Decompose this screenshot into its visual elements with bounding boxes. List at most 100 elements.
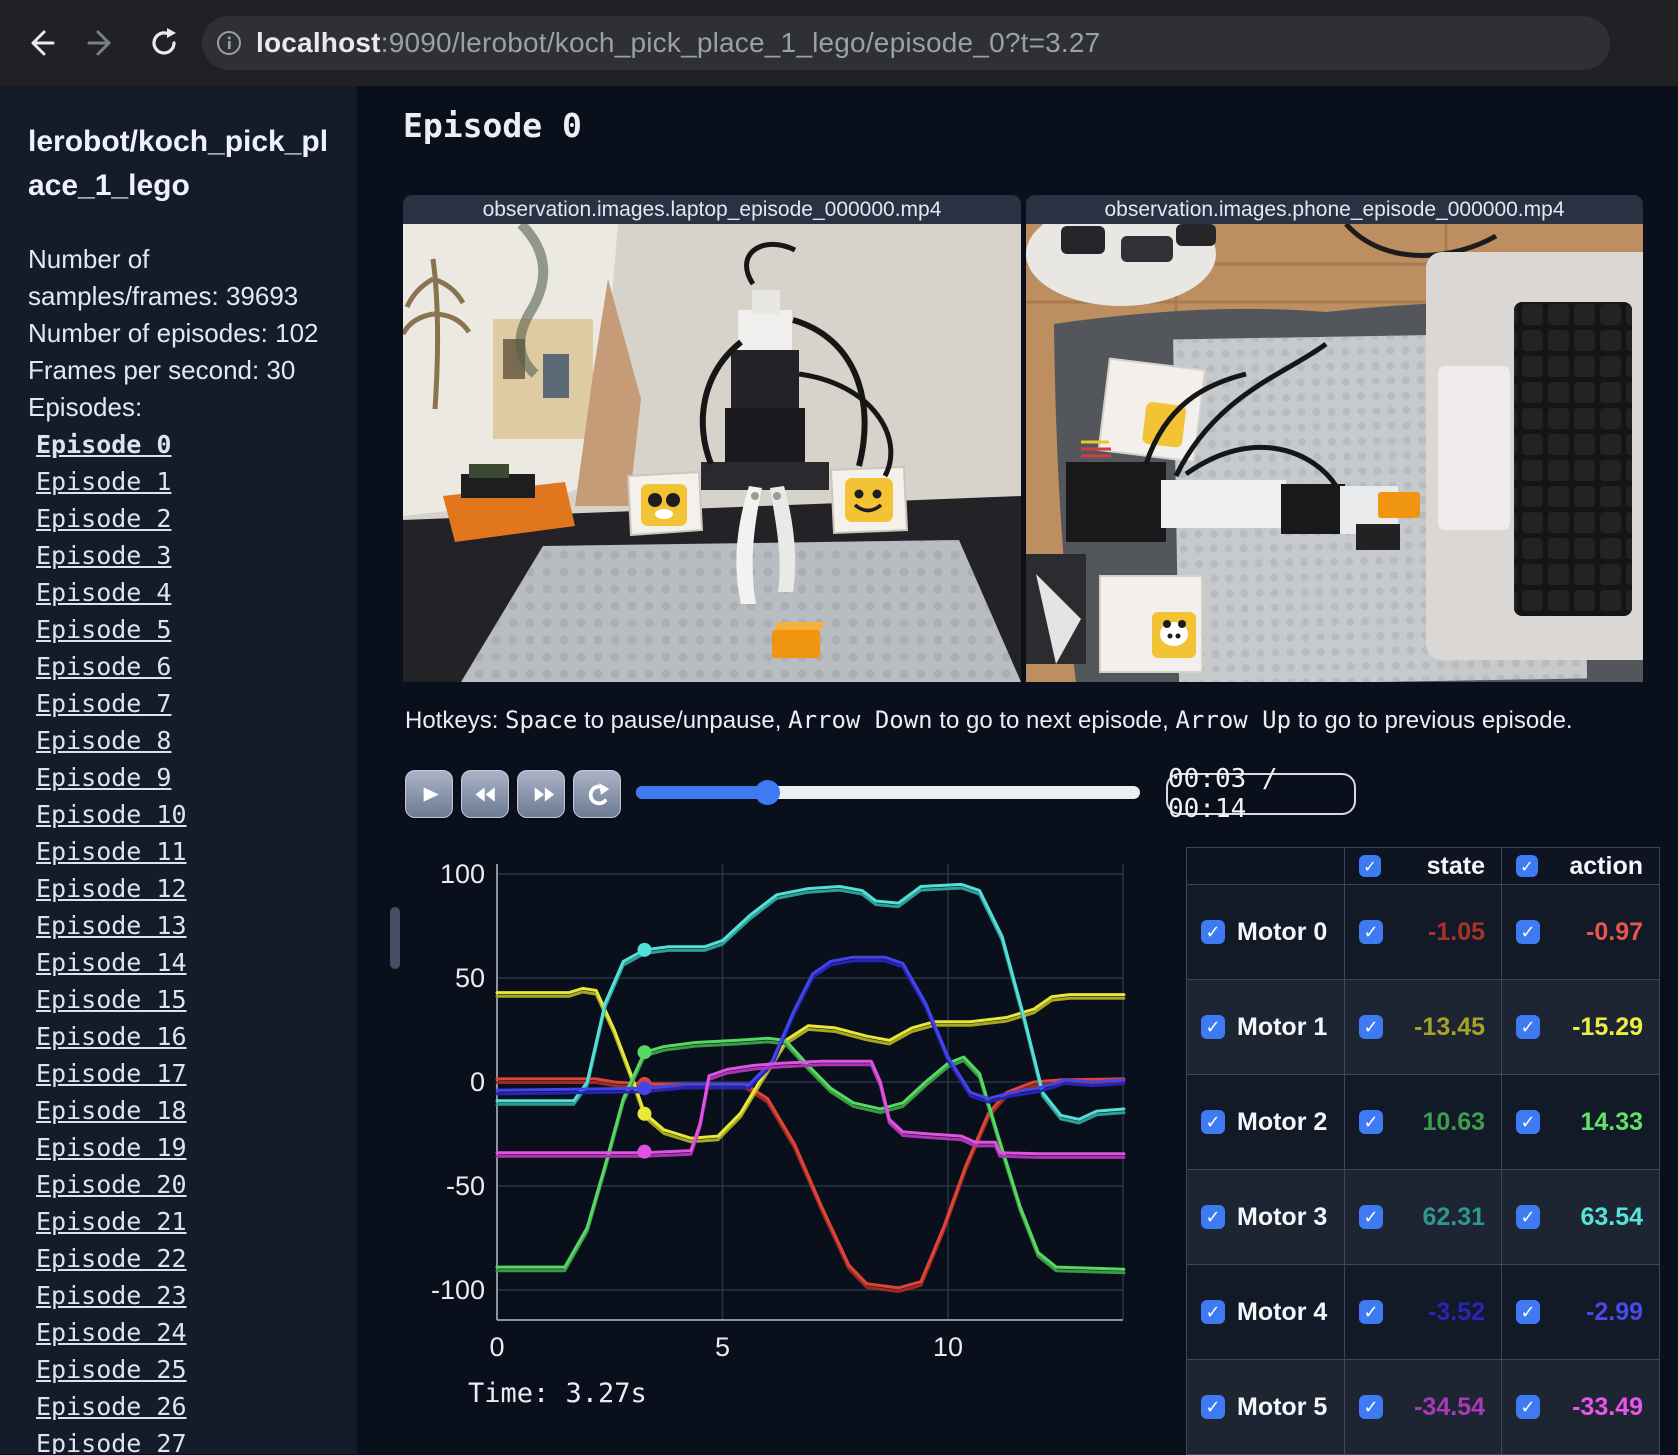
episode-link[interactable]: Episode 24 xyxy=(36,1318,187,1347)
current-time-marker xyxy=(637,1045,652,1060)
y-tick-label: -100 xyxy=(431,1275,485,1305)
main-content: Episode 0 observation.images.laptop_epis… xyxy=(357,86,1678,1455)
episode-list-item: Episode 10 xyxy=(36,798,333,835)
episode-list-item: Episode 21 xyxy=(36,1205,333,1242)
seek-slider[interactable] xyxy=(636,780,1140,805)
checkbox[interactable]: ✓ xyxy=(1359,855,1381,877)
episode-link[interactable]: Episode 18 xyxy=(36,1096,187,1125)
checkbox[interactable]: ✓ xyxy=(1516,1300,1540,1324)
episode-link[interactable]: Episode 9 xyxy=(36,763,171,792)
episode-list-item: Episode 3 xyxy=(36,539,333,576)
y-tick-label: 100 xyxy=(440,859,485,889)
checkbox[interactable]: ✓ xyxy=(1516,855,1538,877)
rewind-button[interactable] xyxy=(461,770,509,818)
episode-link[interactable]: Episode 6 xyxy=(36,652,171,681)
checkbox[interactable]: ✓ xyxy=(1516,920,1540,944)
sidebar: lerobot/koch_pick_place_1_lego Number of… xyxy=(0,86,357,1454)
reload-icon[interactable] xyxy=(142,21,186,65)
episode-list-item: Episode 8 xyxy=(36,724,333,761)
robot-arm xyxy=(1066,462,1166,542)
episode-link[interactable]: Episode 5 xyxy=(36,615,171,644)
episode-link[interactable]: Episode 27 xyxy=(36,1429,187,1454)
episode-link[interactable]: Episode 3 xyxy=(36,541,171,570)
play-button[interactable] xyxy=(405,770,453,818)
loop-button[interactable] xyxy=(573,770,621,818)
checkbox[interactable]: ✓ xyxy=(1201,1110,1225,1134)
y-tick-label: 50 xyxy=(455,963,485,993)
fast-forward-button[interactable] xyxy=(517,770,565,818)
back-icon[interactable] xyxy=(18,21,62,65)
episode-list-item: Episode 14 xyxy=(36,946,333,983)
seek-thumb[interactable] xyxy=(754,780,780,805)
motor-state-value: -1.05 xyxy=(1428,917,1485,946)
episode-link[interactable]: Episode 15 xyxy=(36,985,187,1014)
phone-video-caption: observation.images.phone_episode_000000.… xyxy=(1026,195,1643,224)
episode-link[interactable]: Episode 25 xyxy=(36,1355,187,1384)
episode-list-item: Episode 19 xyxy=(36,1131,333,1168)
episode-link[interactable]: Episode 7 xyxy=(36,689,171,718)
y-tick-label: 0 xyxy=(470,1067,485,1097)
episode-link[interactable]: Episode 13 xyxy=(36,911,187,940)
episode-link[interactable]: Episode 19 xyxy=(36,1133,187,1162)
episode-list: Episode 0 Episode 1 Episode 2 Episode 3 Epis… xyxy=(28,428,333,1454)
motor-action-value: 63.54 xyxy=(1580,1202,1643,1231)
checkbox[interactable]: ✓ xyxy=(1359,920,1383,944)
episode-list-item: Episode 23 xyxy=(36,1279,333,1316)
episode-link[interactable]: Episode 14 xyxy=(36,948,187,977)
motor-state-value: -3.52 xyxy=(1428,1297,1485,1326)
laptop-video-frame[interactable] xyxy=(403,224,1021,682)
header-state-label: state xyxy=(1426,851,1485,880)
motor-name: Motor 5 xyxy=(1237,1392,1328,1421)
episode-link[interactable]: Episode 0 xyxy=(36,430,171,459)
episode-link[interactable]: Episode 22 xyxy=(36,1244,187,1273)
episode-link[interactable]: Episode 26 xyxy=(36,1392,187,1421)
checkbox[interactable]: ✓ xyxy=(1201,1015,1225,1039)
episode-link[interactable]: Episode 20 xyxy=(36,1170,187,1199)
fps-count: Frames per second: 30 xyxy=(28,355,296,385)
motor-state-value: 10.63 xyxy=(1422,1107,1485,1136)
laptop-video-block: observation.images.laptop_episode_000000… xyxy=(403,195,1021,682)
checkbox[interactable]: ✓ xyxy=(1201,1395,1225,1419)
motor-row: ✓ Motor 0 ✓ -1.05 ✓ -0.97 xyxy=(1187,885,1659,980)
episode-link[interactable]: Episode 1 xyxy=(36,467,171,496)
motor-chart-svg[interactable]: 100500-50-1000 5 10 xyxy=(395,850,1130,1410)
episode-list-item: Episode 22 xyxy=(36,1242,333,1279)
episode-link[interactable]: Episode 12 xyxy=(36,874,187,903)
hotkey-key: Space xyxy=(505,706,578,734)
chart-time-label: Time: 3.27s xyxy=(468,1378,647,1409)
episode-link[interactable]: Episode 16 xyxy=(36,1022,187,1051)
checkbox[interactable]: ✓ xyxy=(1516,1015,1540,1039)
browser-toolbar: localhost:9090/lerobot/koch_pick_place_1… xyxy=(0,0,1678,86)
episode-link[interactable]: Episode 21 xyxy=(36,1207,187,1236)
episode-list-item: Episode 9 xyxy=(36,761,333,798)
checkbox[interactable]: ✓ xyxy=(1359,1110,1383,1134)
current-time-marker xyxy=(637,942,652,957)
checkbox[interactable]: ✓ xyxy=(1516,1110,1540,1134)
episode-link[interactable]: Episode 11 xyxy=(36,837,187,866)
hotkeys-help: Hotkeys: Space to pause/unpause, Arrow D… xyxy=(405,706,1573,734)
episode-link[interactable]: Episode 8 xyxy=(36,726,171,755)
checkbox[interactable]: ✓ xyxy=(1201,1205,1225,1229)
episode-list-item: Episode 13 xyxy=(36,909,333,946)
episode-link[interactable]: Episode 4 xyxy=(36,578,171,607)
motor-state-value: 62.31 xyxy=(1422,1202,1485,1231)
checkbox[interactable]: ✓ xyxy=(1516,1395,1540,1419)
motor-action-value: -0.97 xyxy=(1586,917,1643,946)
checkbox[interactable]: ✓ xyxy=(1201,920,1225,944)
phone-video-frame[interactable] xyxy=(1026,224,1643,682)
checkbox[interactable]: ✓ xyxy=(1359,1395,1383,1419)
episode-link[interactable]: Episode 10 xyxy=(36,800,187,829)
forward-icon[interactable] xyxy=(80,21,124,65)
info-icon[interactable] xyxy=(202,30,256,56)
checkbox[interactable]: ✓ xyxy=(1359,1015,1383,1039)
checkbox[interactable]: ✓ xyxy=(1359,1300,1383,1324)
episode-link[interactable]: Episode 23 xyxy=(36,1281,187,1310)
checkbox[interactable]: ✓ xyxy=(1201,1300,1225,1324)
phone-video-block: observation.images.phone_episode_000000.… xyxy=(1026,195,1643,682)
episode-link[interactable]: Episode 2 xyxy=(36,504,171,533)
checkbox[interactable]: ✓ xyxy=(1516,1205,1540,1229)
url-bar[interactable]: localhost:9090/lerobot/koch_pick_place_1… xyxy=(202,16,1610,70)
motor-chart[interactable]: 100 50 0 -50 -100 0 5 10 xyxy=(395,850,1130,1415)
episode-link[interactable]: Episode 17 xyxy=(36,1059,187,1088)
checkbox[interactable]: ✓ xyxy=(1359,1205,1383,1229)
